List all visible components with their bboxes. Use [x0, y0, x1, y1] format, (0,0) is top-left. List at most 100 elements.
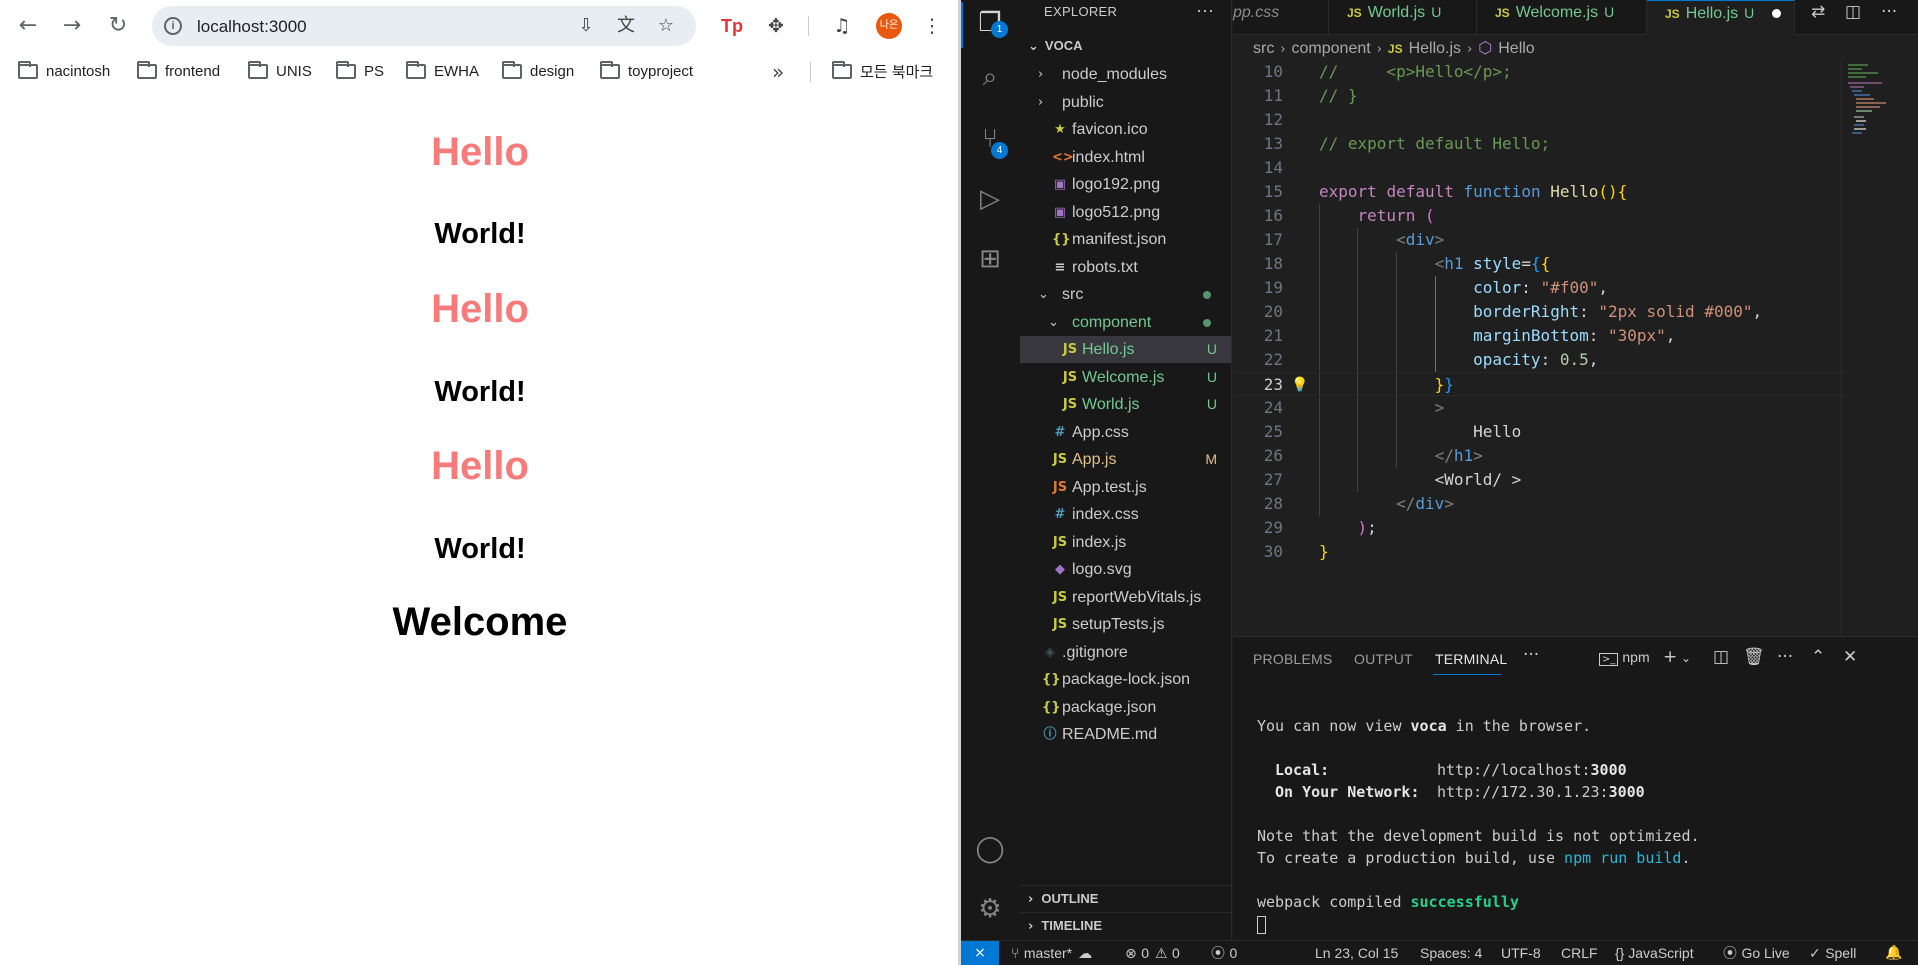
- bookmark-folder[interactable]: nacintosh: [18, 60, 110, 82]
- unsaved-dot-icon[interactable]: [1772, 9, 1782, 19]
- folder-item[interactable]: ⌄ src: [1020, 281, 1231, 308]
- site-info-icon[interactable]: i: [164, 17, 182, 35]
- tab-output[interactable]: OUTPUT: [1354, 651, 1413, 667]
- extensions-icon[interactable]: ⊞: [973, 242, 1007, 276]
- settings-gear-icon[interactable]: ⚙: [973, 892, 1007, 926]
- breadcrumb-item[interactable]: src: [1253, 40, 1274, 57]
- terminal-shell-selector[interactable]: >_ npm: [1599, 649, 1650, 666]
- file-item[interactable]: {} package.json: [1020, 694, 1231, 721]
- bookmark-folder[interactable]: design: [502, 60, 574, 82]
- file-item[interactable]: ▣ logo512.png: [1020, 199, 1231, 226]
- cursor-position[interactable]: Ln 23, Col 15: [1315, 941, 1398, 965]
- file-item[interactable]: ◈ .gitignore: [1020, 639, 1231, 666]
- all-bookmarks-folder[interactable]: 모든 북마크: [832, 60, 933, 82]
- tab-terminal[interactable]: TERMINAL: [1435, 651, 1507, 667]
- file-item[interactable]: JS reportWebVitals.js: [1020, 584, 1231, 611]
- explorer-sidebar: EXPLORER ··· ⌄ VOCA › node_modules › public ★…: [1020, 0, 1232, 940]
- file-item[interactable]: JS setupTests.js: [1020, 611, 1231, 638]
- profile-avatar[interactable]: 나은: [876, 13, 902, 39]
- file-item[interactable]: ⓘ README.md: [1020, 721, 1231, 748]
- more-bookmarks-icon[interactable]: »: [772, 60, 784, 84]
- translate-icon[interactable]: 文: [614, 14, 638, 38]
- file-item[interactable]: {} package-lock.json: [1020, 666, 1231, 693]
- line-ending[interactable]: CRLF: [1561, 941, 1598, 965]
- encoding[interactable]: UTF-8: [1501, 941, 1541, 965]
- split-terminal-icon[interactable]: ◫: [1713, 647, 1729, 667]
- file-item[interactable]: # App.css: [1020, 419, 1231, 446]
- breadcrumb-item[interactable]: Hello.js: [1409, 40, 1461, 57]
- editor-more-icon[interactable]: ···: [1881, 0, 1897, 25]
- bookmark-folder[interactable]: PS: [336, 60, 384, 82]
- code-editor[interactable]: 10// <p>Hello</p>; 11// } 12 13// export…: [1233, 60, 1843, 636]
- language-mode[interactable]: {} JavaScript: [1615, 941, 1694, 965]
- bookmark-folder[interactable]: EWHA: [406, 60, 479, 82]
- file-item[interactable]: {} manifest.json: [1020, 226, 1231, 253]
- split-editor-icon[interactable]: ◫: [1845, 0, 1861, 25]
- tab-welcome-js[interactable]: JS Welcome.js U: [1477, 0, 1647, 35]
- minimap[interactable]: [1841, 60, 1918, 636]
- file-item[interactable]: ≡ robots.txt: [1020, 254, 1231, 281]
- symbol-cube-icon: ⬡: [1478, 38, 1493, 57]
- chevron-down-icon[interactable]: ⌄: [1681, 651, 1691, 665]
- panel-options-icon[interactable]: ···: [1777, 647, 1793, 667]
- accounts-icon[interactable]: ◯: [973, 832, 1007, 866]
- term-text: in the browser.: [1446, 717, 1592, 735]
- folder-item[interactable]: › public: [1020, 89, 1231, 116]
- maximize-panel-icon[interactable]: ⌃: [1811, 647, 1825, 667]
- file-item[interactable]: JS App.js M: [1020, 446, 1231, 473]
- tab-problems[interactable]: PROBLEMS: [1253, 651, 1332, 667]
- forward-arrow-icon[interactable]: →: [58, 12, 86, 40]
- bookmark-folder[interactable]: toyproject: [600, 60, 693, 82]
- problems-indicator[interactable]: ⊗ 0 ⚠ 0: [1125, 941, 1180, 965]
- url-text[interactable]: localhost:3000: [197, 17, 307, 37]
- bookmark-folder[interactable]: UNIS: [248, 60, 312, 82]
- notifications-bell-icon[interactable]: 🔔: [1885, 941, 1902, 965]
- file-item[interactable]: JS Hello.js U: [1020, 336, 1231, 363]
- search-icon[interactable]: ⌕: [973, 60, 1007, 94]
- file-item[interactable]: JS Welcome.js U: [1020, 364, 1231, 391]
- new-terminal-plus-icon[interactable]: +: [1663, 647, 1677, 667]
- compare-changes-icon[interactable]: ⇄: [1811, 0, 1825, 25]
- extensions-puzzle-icon[interactable]: ✥: [762, 12, 790, 40]
- breadcrumb-item[interactable]: component: [1292, 40, 1371, 57]
- tab-app-css[interactable]: pp.css: [1215, 0, 1329, 35]
- explorer-more-icon[interactable]: ···: [1196, 0, 1214, 21]
- indentation[interactable]: Spaces: 4: [1420, 941, 1482, 965]
- kill-terminal-trash-icon[interactable]: 🗑: [1743, 647, 1765, 667]
- folder-item[interactable]: ⌄ component: [1020, 309, 1231, 336]
- run-debug-icon[interactable]: ▷: [973, 182, 1007, 216]
- git-status-dot: [1203, 291, 1211, 299]
- file-item[interactable]: ★ favicon.ico: [1020, 116, 1231, 143]
- panel-more-icon[interactable]: ···: [1523, 645, 1539, 665]
- lightbulb-icon[interactable]: 💡: [1291, 373, 1308, 397]
- file-item[interactable]: JS World.js U: [1020, 391, 1231, 418]
- spell-check[interactable]: ✓ Spell: [1809, 941, 1856, 965]
- chrome-menu-icon[interactable]: ⋮: [918, 12, 946, 40]
- ports-indicator[interactable]: ⦿ 0: [1211, 941, 1237, 965]
- folder-item[interactable]: › node_modules: [1020, 61, 1231, 88]
- file-item[interactable]: ▣ logo192.png: [1020, 171, 1231, 198]
- address-bar[interactable]: i localhost:3000 ⇩ 文 ☆: [152, 6, 696, 46]
- file-item[interactable]: # index.css: [1020, 501, 1231, 528]
- branch-indicator[interactable]: ⑂ master* ☁: [1011, 941, 1092, 965]
- remote-window-icon[interactable]: ⨯: [961, 941, 999, 965]
- install-app-icon[interactable]: ⇩: [574, 14, 598, 38]
- back-arrow-icon[interactable]: ←: [14, 12, 42, 40]
- timeline-section[interactable]: › TIMELINE: [1020, 912, 1231, 939]
- file-item[interactable]: JS App.test.js: [1020, 474, 1231, 501]
- tp-extension-icon[interactable]: Tp: [718, 12, 746, 40]
- breadcrumb-item[interactable]: Hello: [1498, 40, 1534, 57]
- file-item[interactable]: <> index.html: [1020, 144, 1231, 171]
- file-item[interactable]: ◆ logo.svg: [1020, 556, 1231, 583]
- tab-world-js[interactable]: JS World.js U: [1329, 0, 1477, 35]
- workspace-header[interactable]: ⌄ VOCA: [1028, 38, 1082, 54]
- media-queue-icon[interactable]: ♫: [828, 12, 856, 40]
- outline-section[interactable]: › OUTLINE: [1020, 885, 1231, 912]
- bookmark-star-icon[interactable]: ☆: [654, 14, 678, 38]
- file-item[interactable]: JS index.js: [1020, 529, 1231, 556]
- close-panel-icon[interactable]: ✕: [1843, 647, 1857, 667]
- tab-hello-js[interactable]: JS Hello.js U: [1647, 0, 1795, 35]
- bookmark-folder[interactable]: frontend: [137, 60, 220, 82]
- go-live-button[interactable]: ⦿ Go Live: [1723, 941, 1790, 965]
- reload-icon[interactable]: ↻: [104, 12, 132, 40]
